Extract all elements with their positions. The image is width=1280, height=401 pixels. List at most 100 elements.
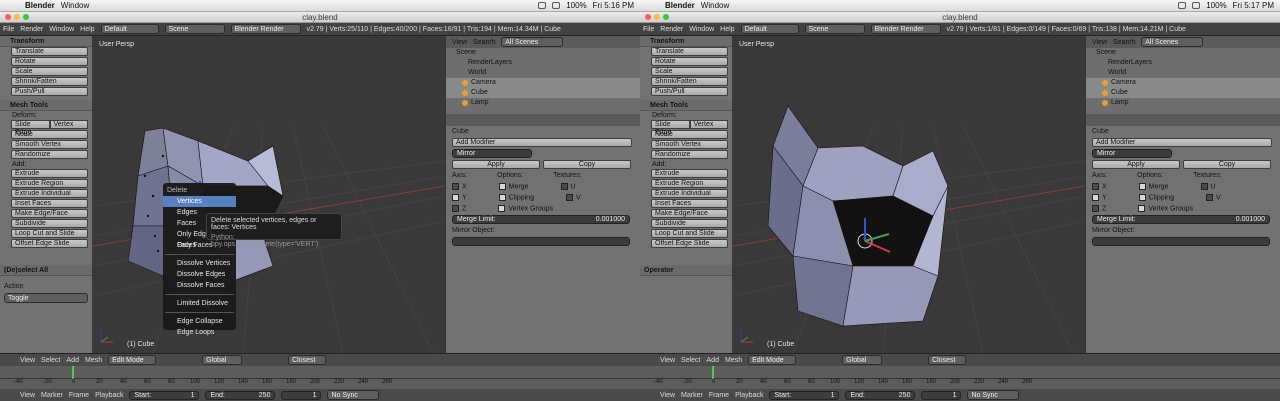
extrude-region-button[interactable]: Extrude Region	[651, 179, 728, 188]
select-menu[interactable]: Select	[41, 357, 60, 364]
vertex-groups-checkbox[interactable]: Vertex Groups	[1138, 204, 1193, 212]
scene-select[interactable]: Scene	[804, 24, 865, 34]
sync-select[interactable]: No Sync	[967, 390, 1020, 400]
menu-window[interactable]: Window	[49, 26, 74, 33]
clipping-checkbox[interactable]: Clipping	[498, 193, 534, 201]
mode-select[interactable]: Edit Mode	[748, 355, 797, 365]
tl-marker-menu[interactable]: Marker	[41, 392, 63, 399]
mesh-tools-header[interactable]: Mesh Tools	[0, 100, 92, 111]
props-tabs[interactable]	[446, 114, 640, 126]
start-frame-field[interactable]: Start: 1	[129, 390, 200, 400]
inset-faces-button[interactable]: Inset Faces	[651, 199, 728, 208]
outliner-search-menu[interactable]: Search	[473, 39, 495, 46]
extrude-button[interactable]: Extrude	[11, 169, 88, 178]
action-select[interactable]: Toggle	[4, 293, 88, 303]
translate-button[interactable]: Translate	[651, 47, 728, 56]
battery-text[interactable]: 100%	[1206, 1, 1226, 10]
offset-edge-slide-button[interactable]: Offset Edge Slide	[651, 239, 728, 248]
window-menu[interactable]: Window	[61, 1, 89, 10]
axis-x-checkbox[interactable]: X	[452, 182, 467, 190]
menu-item-edge-loops[interactable]: Edge Loops	[163, 327, 236, 338]
menu-item-dissolve-vertices[interactable]: Dissolve Vertices	[163, 258, 236, 269]
outliner-row-camera[interactable]: Camera	[446, 78, 640, 88]
outliner-filter[interactable]: All Scenes	[501, 37, 564, 47]
extrude-individual-button[interactable]: Extrude Individual	[651, 189, 728, 198]
engine-select[interactable]: Blender Render	[870, 24, 941, 34]
mirror-object-field[interactable]	[452, 237, 630, 246]
randomize-button[interactable]: Randomize	[651, 150, 728, 159]
clock[interactable]: Fri 5:16 PM	[593, 1, 634, 10]
outliner-row-lamp[interactable]: Lamp	[446, 98, 640, 108]
view-menu[interactable]: View	[20, 357, 35, 364]
view-menu[interactable]: View	[660, 357, 675, 364]
clipping-checkbox[interactable]: Clipping	[1138, 193, 1174, 201]
shrink-fatten-button[interactable]: Shrink/Fatten	[651, 77, 728, 86]
menu-help[interactable]: Help	[720, 26, 734, 33]
current-frame-field[interactable]: 1	[281, 390, 322, 400]
sync-select[interactable]: No Sync	[327, 390, 380, 400]
add-modifier-button[interactable]: Add Modifier	[452, 138, 632, 147]
menu-render[interactable]: Render	[20, 26, 43, 33]
subdivide-button[interactable]: Subdivide	[651, 219, 728, 228]
minimize-icon[interactable]	[14, 14, 20, 20]
timeline-track[interactable]	[640, 366, 1280, 379]
outliner-filter[interactable]: All Scenes	[1141, 37, 1204, 47]
extrude-region-button[interactable]: Extrude Region	[11, 179, 88, 188]
outliner-row-world[interactable]: World	[1086, 68, 1280, 78]
close-icon[interactable]	[5, 14, 11, 20]
menu-item-edge-collapse[interactable]: Edge Collapse	[163, 316, 236, 327]
translate-button[interactable]: Translate	[11, 47, 88, 56]
menu-file[interactable]: File	[3, 26, 14, 33]
battery-text[interactable]: 100%	[566, 1, 586, 10]
mesh-menu[interactable]: Mesh	[85, 357, 102, 364]
menu-help[interactable]: Help	[80, 26, 94, 33]
menu-window[interactable]: Window	[689, 26, 714, 33]
make-edge-face-button[interactable]: Make Edge/Face	[651, 209, 728, 218]
slide-edge-button[interactable]: Slide Edge	[651, 120, 690, 136]
tl-frame-menu[interactable]: Frame	[69, 392, 89, 399]
props-tabs[interactable]	[1086, 114, 1280, 126]
scene-select[interactable]: Scene	[164, 24, 225, 34]
smooth-vertex-button[interactable]: Smooth Vertex	[651, 140, 728, 149]
transform-header[interactable]: Transform	[0, 36, 92, 47]
window-menu[interactable]: Window	[701, 1, 729, 10]
timeline[interactable]: -40 -20 0 20 40 60 80 100 120 140 160 18…	[0, 366, 640, 389]
wifi-icon[interactable]	[1192, 2, 1201, 9]
axis-y-checkbox[interactable]: Y	[1092, 193, 1107, 201]
mesh-tools-header[interactable]: Mesh Tools	[640, 100, 732, 111]
menu-item-dissolve-faces[interactable]: Dissolve Faces	[163, 280, 236, 291]
noise-button[interactable]: Noise	[11, 130, 88, 139]
engine-select[interactable]: Blender Render	[230, 24, 301, 34]
copy-button[interactable]: Copy	[543, 160, 631, 169]
merge-checkbox[interactable]: Merge	[1138, 182, 1169, 190]
outliner-view-menu[interactable]: View	[1092, 39, 1107, 46]
offset-edge-slide-button[interactable]: Offset Edge Slide	[11, 239, 88, 248]
add-menu[interactable]: Add	[67, 357, 79, 364]
snap-select[interactable]: Closest	[928, 355, 967, 365]
vertex-slide-button[interactable]: Vertex	[49, 120, 88, 129]
zoom-icon[interactable]	[663, 14, 669, 20]
shrink-fatten-button[interactable]: Shrink/Fatten	[11, 77, 88, 86]
outliner-row-renderlayers[interactable]: RenderLayers	[1086, 58, 1280, 68]
tl-playback-menu[interactable]: Playback	[95, 392, 123, 399]
texture-u-checkbox[interactable]: U	[560, 182, 576, 190]
vertex-groups-checkbox[interactable]: Vertex Groups	[498, 204, 553, 212]
loop-cut-button[interactable]: Loop Cut and Slide	[651, 229, 728, 238]
scale-button[interactable]: Scale	[651, 67, 728, 76]
select-menu[interactable]: Select	[681, 357, 700, 364]
mesh-menu[interactable]: Mesh	[725, 357, 742, 364]
outliner-row-cube[interactable]: Cube	[1086, 88, 1280, 98]
end-frame-field[interactable]: End: 250	[845, 390, 916, 400]
mode-select[interactable]: Edit Mode	[108, 355, 157, 365]
app-name[interactable]: Blender	[665, 1, 695, 10]
randomize-button[interactable]: Randomize	[11, 150, 88, 159]
orientation-select[interactable]: Global	[842, 355, 883, 365]
scale-button[interactable]: Scale	[11, 67, 88, 76]
close-icon[interactable]	[645, 14, 651, 20]
noise-button[interactable]: Noise	[651, 130, 728, 139]
texture-v-checkbox[interactable]: V	[565, 193, 581, 201]
tl-view-menu[interactable]: View	[20, 392, 35, 399]
timeline-cursor[interactable]	[72, 366, 74, 379]
axis-z-checkbox[interactable]: Z	[1092, 204, 1106, 212]
extrude-individual-button[interactable]: Extrude Individual	[11, 189, 88, 198]
